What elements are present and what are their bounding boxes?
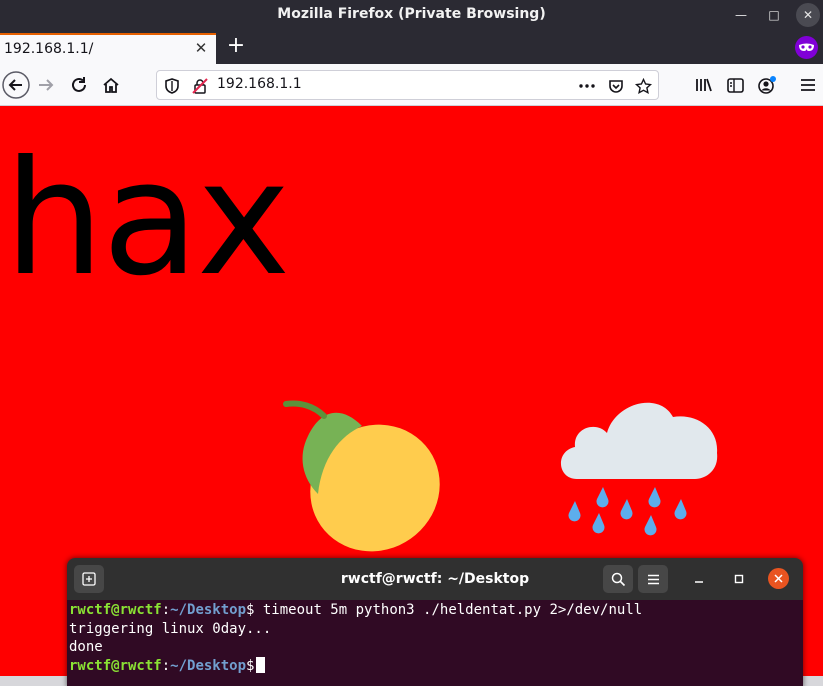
url-text: 192.168.1.1 <box>217 76 302 92</box>
output-line: triggering linux 0day... <box>69 620 272 637</box>
insecure-lock-icon[interactable] <box>191 77 209 95</box>
cloud-with-rain-icon <box>560 402 718 536</box>
forward-arrow-icon[interactable] <box>30 69 62 101</box>
navigation-toolbar: 192.168.1.1 <box>0 64 823 106</box>
terminal-maximize-button[interactable] <box>728 568 750 590</box>
new-tab-button[interactable]: + <box>223 34 249 60</box>
maximize-button[interactable]: □ <box>762 3 786 27</box>
terminal-headerbar[interactable]: rwctf@rwctf: ~/Desktop <box>67 558 803 600</box>
reload-icon[interactable] <box>63 69 95 101</box>
tab-strip: 192.168.1.1/ ✕ + <box>0 30 823 64</box>
library-icon[interactable] <box>688 69 720 101</box>
terminal-menu-icon[interactable] <box>638 565 668 593</box>
back-arrow-icon[interactable] <box>0 69 32 101</box>
hamburger-menu-icon[interactable] <box>792 69 823 101</box>
tab-active[interactable]: 192.168.1.1/ ✕ <box>0 33 216 64</box>
prompt-separator: : <box>161 657 171 674</box>
command-text: timeout 5m python3 ./heldentat.py 2>/dev… <box>254 602 643 618</box>
terminal-line-1: rwctf@rwctf:~/Desktop$ timeout 5m python… <box>69 602 642 618</box>
prompt-path: ~/Desktop <box>170 657 247 674</box>
prompt-user: rwctf@rwctf <box>69 602 162 618</box>
prompt-path: ~/Desktop <box>170 602 247 618</box>
lemon-icon <box>283 400 440 552</box>
tab-close-icon[interactable]: ✕ <box>192 39 210 57</box>
home-icon[interactable] <box>95 69 127 101</box>
pocket-icon[interactable] <box>607 77 625 95</box>
terminal-window[interactable]: rwctf@rwctf: ~/Desktop rwctf@rwctf:~/Des… <box>67 558 803 686</box>
terminal-close-button[interactable] <box>768 568 789 589</box>
tab-title: 192.168.1.1/ <box>4 41 94 57</box>
terminal-output[interactable]: rwctf@rwctf:~/Desktop$ timeout 5m python… <box>67 600 803 686</box>
close-window-button[interactable]: ✕ <box>796 3 820 27</box>
tracking-protection-shield-icon[interactable] <box>163 77 181 95</box>
private-browsing-mask-icon <box>795 36 818 59</box>
terminal-cursor <box>256 656 266 673</box>
search-icon[interactable] <box>603 565 633 593</box>
prompt-separator: : <box>161 602 171 618</box>
output-line: done <box>69 639 103 655</box>
page-heading: hax <box>4 127 290 311</box>
terminal-line-4: rwctf@rwctf:~/Desktop$ <box>69 656 266 674</box>
sidebar-icon[interactable] <box>719 69 751 101</box>
more-dots-icon[interactable] <box>578 77 596 95</box>
prompt-user: rwctf@rwctf <box>69 657 162 674</box>
account-icon[interactable] <box>751 69 783 101</box>
terminal-minimize-button[interactable] <box>688 568 710 590</box>
url-bar[interactable]: 192.168.1.1 <box>156 70 659 100</box>
bookmark-star-icon[interactable] <box>634 77 652 95</box>
window-title: Mozilla Firefox (Private Browsing) <box>277 6 546 22</box>
minimize-button[interactable]: — <box>729 3 753 27</box>
window-titlebar: Mozilla Firefox (Private Browsing) — □ ✕ <box>0 0 823 30</box>
prompt-symbol: $ <box>246 657 255 674</box>
